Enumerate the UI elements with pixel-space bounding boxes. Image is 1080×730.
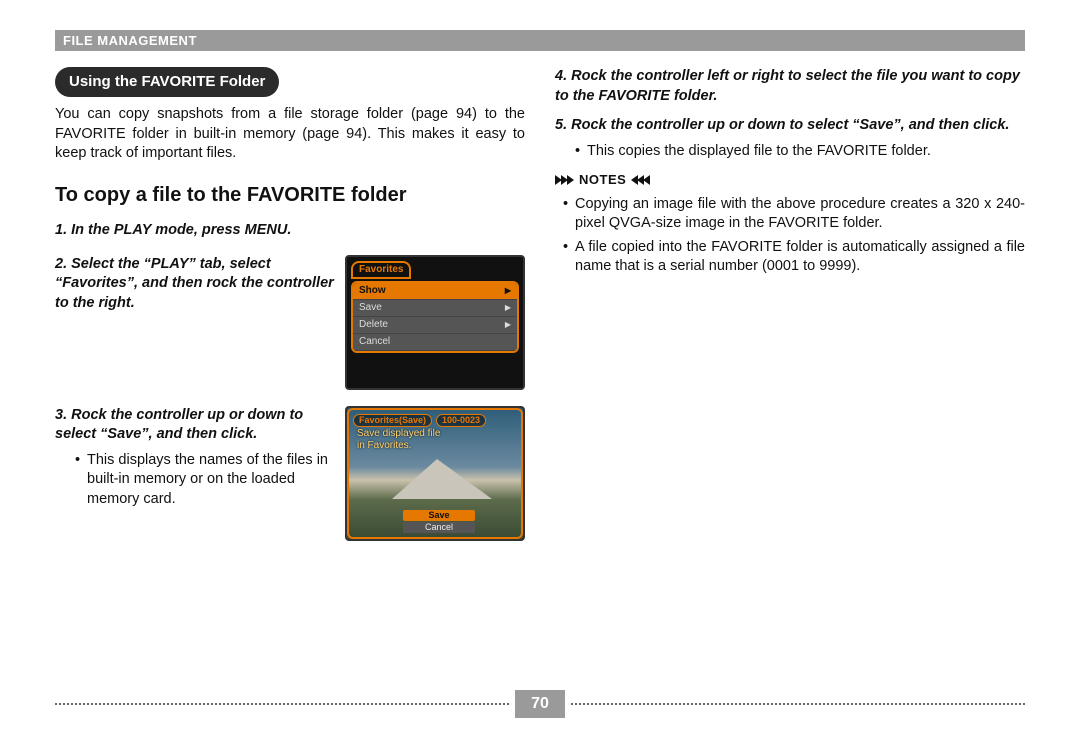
step-4: Rock the controller left or right to sel… [555, 67, 1025, 106]
left-column: Using the FAVORITE Folder You can copy s… [55, 67, 525, 557]
shot2-overlay: Favorites(Save) 100-0023 Save displayed … [347, 408, 523, 539]
shot2-counter: 100-0023 [436, 414, 486, 427]
note-2: A file copied into the FAVORITE folder i… [563, 238, 1025, 277]
step-5-sub: This copies the displayed file to the FA… [575, 142, 1025, 162]
notes-heading: NOTES [555, 171, 1025, 189]
shot1-item-cancel: Cancel [353, 334, 517, 351]
screenshot-save-preview: Favorites(Save) 100-0023 Save displayed … [345, 406, 525, 541]
shot1-item-delete-label: Delete [359, 320, 388, 330]
step-3-sub: This displays the names of the files in … [75, 451, 335, 510]
shot2-btn-cancel: Cancel [403, 522, 475, 533]
content-columns: Using the FAVORITE Folder You can copy s… [55, 67, 1025, 557]
step-3-text: Rock the controller up or down to select… [55, 407, 303, 443]
triangles-left-icon [632, 175, 650, 185]
note-1: Copying an image file with the above pro… [563, 195, 1025, 234]
step-3-row: 3. Rock the controller up or down to sel… [55, 406, 525, 541]
footer-line-left [55, 703, 509, 705]
chevron-right-icon: ▶ [505, 287, 511, 295]
shot1-item-save-label: Save [359, 303, 382, 313]
shot1-tab: Favorites [351, 261, 411, 279]
steps-left: In the PLAY mode, press MENU. [55, 221, 525, 241]
shot1-item-save: Save ▶ [353, 300, 517, 317]
shot2-buttons: Save Cancel [403, 509, 475, 533]
shot2-btn-save: Save [403, 510, 475, 521]
step-3-text-block: 3. Rock the controller up or down to sel… [55, 406, 335, 514]
right-column: Rock the controller left or right to sel… [555, 67, 1025, 557]
step-5-text: Rock the controller up or down to select… [571, 117, 1009, 133]
step-3-number: 3. [55, 407, 71, 423]
shot1-menu: Show ▶ Save ▶ Delete ▶ Cancel [351, 281, 519, 353]
step-1: In the PLAY mode, press MENU. [55, 221, 525, 241]
step-3-bullets: This displays the names of the files in … [55, 451, 335, 510]
notes-label: NOTES [579, 171, 626, 189]
shot1-item-show: Show ▶ [353, 283, 517, 300]
triangles-right-icon [555, 175, 573, 185]
steps-right: Rock the controller left or right to sel… [555, 67, 1025, 161]
manual-page: File Management Using the FAVORITE Folde… [0, 0, 1080, 730]
notes-list: Copying an image file with the above pro… [555, 195, 1025, 277]
shot2-title-bar: Favorites(Save) 100-0023 [353, 414, 517, 427]
step-1-text: In the PLAY mode, press MENU. [71, 222, 291, 238]
step-4-text: Rock the controller left or right to sel… [555, 68, 1020, 104]
screenshot-favorites-menu: Favorites Show ▶ Save ▶ Delete ▶ Cancel [345, 255, 525, 390]
step-2-row: 2. Select the “PLAY” tab, select “Favori… [55, 255, 525, 390]
intro-text: You can copy snapshots from a file stora… [55, 105, 525, 164]
step-5: Rock the controller up or down to select… [555, 116, 1025, 161]
chevron-right-icon: ▶ [505, 321, 511, 329]
section-pill: Using the FAVORITE Folder [55, 67, 279, 97]
step-2-number: 2. [55, 256, 71, 272]
step-2-text-block: 2. Select the “PLAY” tab, select “Favori… [55, 255, 335, 314]
shot1-item-show-label: Show [359, 286, 386, 296]
footer-line-right [571, 703, 1025, 705]
footer: 70 [55, 690, 1025, 718]
shot2-msg2: in Favorites. [353, 441, 517, 451]
section-header: File Management [55, 30, 1025, 51]
page-number: 70 [515, 690, 565, 718]
shot2-title: Favorites(Save) [353, 414, 432, 427]
shot1-item-cancel-label: Cancel [359, 337, 390, 347]
procedure-heading: To copy a file to the FAVORITE folder [55, 182, 525, 209]
shot1-item-delete: Delete ▶ [353, 317, 517, 334]
step-2-text: Select the “PLAY” tab, select “Favorites… [55, 256, 334, 311]
step-5-bullets: This copies the displayed file to the FA… [555, 142, 1025, 162]
chevron-right-icon: ▶ [505, 304, 511, 312]
shot2-msg1: Save displayed file [353, 429, 517, 439]
